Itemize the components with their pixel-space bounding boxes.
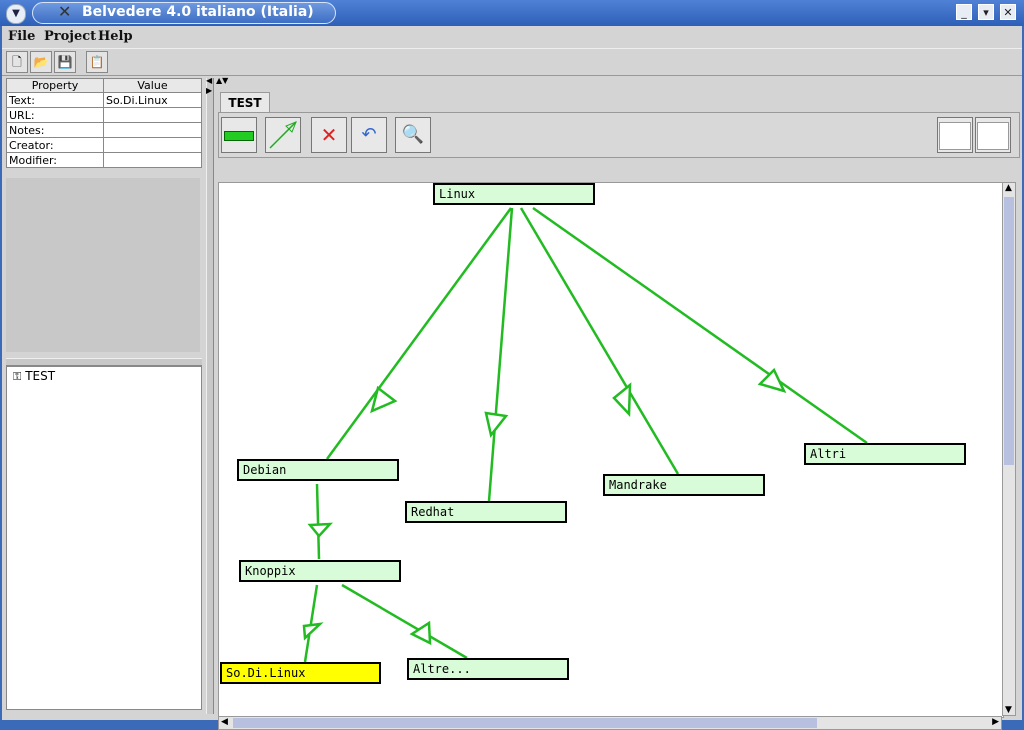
- window-title: Belvedere 4.0 italiano (Italia): [82, 4, 314, 20]
- property-name: Notes:: [6, 122, 104, 138]
- maximize-icon[interactable]: ▾: [978, 4, 994, 20]
- table-row[interactable]: Text: So.Di.Linux: [6, 92, 202, 108]
- menu-bar: File Project Help: [2, 26, 1022, 48]
- scroll-right-icon[interactable]: ▶: [992, 717, 999, 727]
- magnifier-icon: 🔍: [401, 124, 425, 145]
- menu-help[interactable]: Help: [98, 29, 133, 44]
- node-altri[interactable]: Altri: [804, 443, 966, 465]
- property-empty-area: [6, 178, 200, 352]
- close-icon[interactable]: ✕: [1000, 4, 1016, 20]
- property-name: Text:: [6, 92, 104, 108]
- tree-item-label: TEST: [25, 369, 56, 383]
- arrow-link-icon: [269, 121, 297, 149]
- node-altre[interactable]: Altre...: [407, 658, 569, 680]
- app-frame: File Project Help 🗋 📂 💾 📋 Property Value…: [2, 26, 1022, 730]
- undo-button[interactable]: ↶: [351, 117, 387, 153]
- node-debian[interactable]: Debian: [237, 459, 399, 481]
- scroll-left-icon[interactable]: ◀: [221, 717, 228, 727]
- layout-view-button[interactable]: [937, 117, 973, 153]
- expand-right-icon[interactable]: ▶: [206, 86, 212, 95]
- left-panel: Property Value Text: So.Di.Linux URL: No…: [4, 78, 202, 714]
- save-icon[interactable]: 💾: [54, 51, 76, 73]
- add-link-button[interactable]: [265, 117, 301, 153]
- menu-project[interactable]: Project: [44, 29, 96, 44]
- node-knoppix[interactable]: Knoppix: [239, 560, 401, 582]
- scroll-down-icon[interactable]: ▼: [1005, 705, 1012, 715]
- new-file-icon[interactable]: 🗋: [6, 51, 28, 73]
- title-bar: ▼ ✕ Belvedere 4.0 italiano (Italia) _ ▾ …: [0, 0, 1024, 26]
- property-name: Creator:: [6, 137, 104, 153]
- tab-strip-arrows[interactable]: ▲▼: [216, 76, 228, 85]
- green-bar-icon: [224, 130, 254, 141]
- horizontal-scrollbar[interactable]: ◀ ▶: [218, 716, 1002, 730]
- menu-file[interactable]: File: [8, 29, 35, 44]
- tab-test[interactable]: TEST: [220, 92, 270, 113]
- property-name: Modifier:: [6, 152, 104, 168]
- editor-toolbar: ✕ ↶ 🔍: [218, 112, 1020, 158]
- tree-item-test[interactable]: ⚿ TEST: [13, 369, 55, 384]
- node-sodilinux[interactable]: So.Di.Linux: [220, 662, 381, 684]
- node-redhat[interactable]: Redhat: [405, 501, 567, 523]
- property-value[interactable]: [103, 152, 202, 168]
- editor-panel: ▲▼ TEST ✕ ↶ 🔍 Linux Debian Redhat Mandra…: [214, 76, 1020, 730]
- app-logo-icon: ✕: [58, 2, 72, 21]
- header-value: Value: [103, 78, 202, 93]
- spreadsheet-thumbnail-icon: [977, 121, 1009, 150]
- main-toolbar: 🗋 📂 💾 📋: [2, 48, 1022, 76]
- table-row[interactable]: Modifier:: [6, 152, 202, 168]
- node-linux[interactable]: Linux: [433, 183, 595, 205]
- delete-x-icon: ✕: [320, 123, 338, 147]
- collapse-left-icon[interactable]: ◀: [206, 76, 212, 85]
- property-table: Property Value Text: So.Di.Linux URL: No…: [6, 78, 202, 168]
- scroll-up-icon[interactable]: ▲: [1005, 183, 1012, 193]
- undo-icon: ↶: [361, 124, 377, 145]
- table-row[interactable]: Creator:: [6, 137, 202, 153]
- property-value[interactable]: [103, 122, 202, 138]
- zoom-button[interactable]: 🔍: [395, 117, 431, 153]
- open-folder-icon[interactable]: 📂: [30, 51, 52, 73]
- horizontal-scroll-thumb[interactable]: [233, 718, 817, 728]
- project-tree: ⚿ TEST: [6, 366, 202, 710]
- diagram-thumbnail-icon: [939, 121, 971, 150]
- diagram-canvas[interactable]: Linux Debian Redhat Mandrake Altri Knopp…: [218, 182, 1004, 718]
- header-property: Property: [6, 78, 104, 93]
- node-mandrake[interactable]: Mandrake: [603, 474, 765, 496]
- table-row[interactable]: Notes:: [6, 122, 202, 138]
- property-value[interactable]: [103, 107, 202, 123]
- export-icon[interactable]: 📋: [86, 51, 108, 73]
- add-node-button[interactable]: [221, 117, 257, 153]
- key-icon: ⚿: [13, 370, 22, 383]
- property-value[interactable]: So.Di.Linux: [103, 92, 202, 108]
- vertical-scroll-thumb[interactable]: [1004, 197, 1014, 465]
- horizontal-splitter[interactable]: [6, 358, 202, 366]
- property-value[interactable]: [103, 137, 202, 153]
- table-view-button[interactable]: [975, 117, 1011, 153]
- minimize-icon[interactable]: _: [956, 4, 972, 20]
- delete-button[interactable]: ✕: [311, 117, 347, 153]
- window-menu-icon[interactable]: ▼: [6, 4, 26, 24]
- table-row[interactable]: URL:: [6, 107, 202, 123]
- vertical-scrollbar[interactable]: ▲ ▼: [1002, 182, 1016, 716]
- property-name: URL:: [6, 107, 104, 123]
- vertical-splitter[interactable]: ◀ ▶: [206, 76, 214, 714]
